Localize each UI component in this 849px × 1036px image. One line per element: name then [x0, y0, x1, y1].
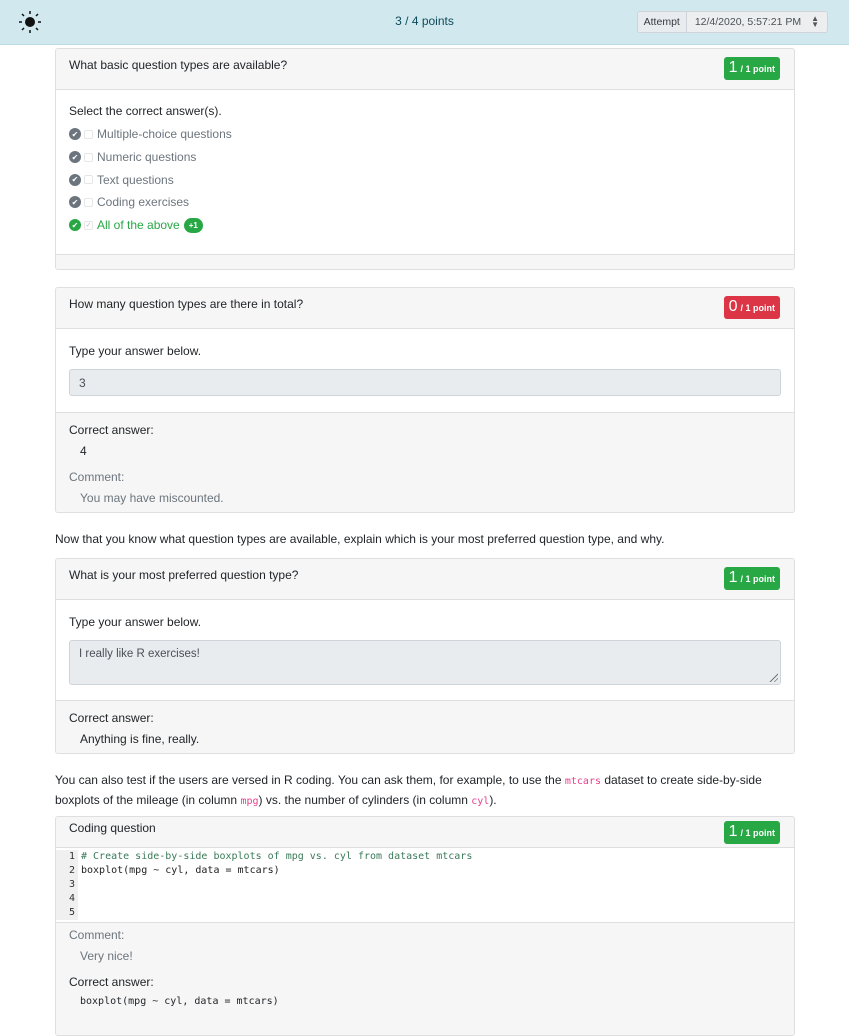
attempt-select[interactable]: 12/4/2020, 5:57:21 PM ▲ ▼: [686, 12, 827, 32]
code-text: boxplot(mpg ~ cyl, data = mtcars): [81, 865, 280, 876]
checkbox[interactable]: [84, 175, 93, 185]
text: ).: [489, 793, 497, 807]
select-caret-icon: ▲ ▼: [811, 14, 819, 29]
attempt-value: 12/4/2020, 5:57:21 PM: [694, 16, 802, 28]
correct-answer-label: Correct answer:: [69, 711, 154, 725]
question-feedback: Comment: Very nice! Correct answer: boxp…: [56, 923, 794, 1035]
correct-answer-label: Correct answer:: [69, 423, 154, 437]
score-badge: 0 / 1 point: [723, 296, 780, 319]
checkbox[interactable]: [84, 197, 93, 207]
correct-answer-label: Correct answer:: [69, 975, 154, 989]
score-max: / 1 point: [740, 303, 776, 313]
option-item: ✔ Coding exercises: [69, 191, 781, 214]
question-card-3: What is your most preferred question typ…: [55, 558, 795, 754]
instruction: Select the correct answer(s).: [69, 104, 222, 118]
code-line: 2 boxplot(mpg ~ cyl, data = mtcars): [56, 864, 794, 878]
question-title: What is your most preferred question typ…: [69, 568, 299, 582]
question-title: How many question types are there in tot…: [69, 297, 304, 311]
check-circle-icon: ✔: [69, 173, 81, 186]
text: ) vs. the number of cylinders (in column: [258, 793, 472, 807]
question-card-2: How many question types are there in tot…: [55, 287, 795, 513]
comment-label: Comment:: [69, 928, 125, 942]
top-bar: 3 / 4 points Attempt 12/4/2020, 5:57:21 …: [0, 0, 849, 45]
answer-text: I really like R exercises!: [79, 648, 200, 660]
score-badge: 1 / 1 point: [723, 57, 780, 80]
question-body: Type your answer below. 3: [56, 329, 794, 412]
code-line: 1 # Create side-by-side boxplots of mpg v…: [56, 850, 794, 864]
code-editor[interactable]: 1 # Create side-by-side boxplots of mpg v…: [56, 848, 794, 923]
inline-code: mpg: [240, 796, 259, 807]
question-header: What basic question types are available?…: [56, 49, 794, 90]
checkbox[interactable]: [84, 129, 93, 139]
answer-input[interactable]: 3: [69, 369, 781, 396]
question-footer: [56, 254, 794, 269]
score-badge: 1 / 1 point: [723, 567, 780, 590]
score-max: / 1 point: [740, 64, 776, 74]
option-label: Multiple-choice questions: [97, 127, 232, 142]
check-circle-icon: ✔: [69, 219, 81, 232]
option-item-correct: ✔ ✓ All of the above +1: [69, 214, 781, 237]
coding-intro-paragraph: You can also test if the users are verse…: [55, 771, 795, 811]
question-header: How many question types are there in tot…: [56, 288, 794, 329]
correct-answer-value: 4: [80, 444, 87, 458]
question-header: What is your most preferred question typ…: [56, 559, 794, 600]
instruction: Type your answer below.: [69, 615, 202, 629]
checkbox-checked[interactable]: ✓: [84, 220, 93, 230]
code-line: 5: [56, 906, 794, 920]
score-value: 0: [728, 298, 738, 315]
question-card-4: Coding question 1 / 1 point 1 # Create si…: [55, 816, 795, 1036]
check-circle-icon: ✔: [69, 151, 81, 164]
checkbox[interactable]: [84, 152, 93, 162]
correct-answer-code: boxplot(mpg ~ cyl, data = mtcars): [80, 996, 279, 1007]
question-feedback: Correct answer: Anything is fine, really…: [56, 700, 794, 753]
check-circle-icon: ✔: [69, 196, 81, 209]
line-number: 5: [56, 906, 78, 920]
comment-value: You may have miscounted.: [80, 491, 224, 505]
answer-textarea[interactable]: I really like R exercises!: [69, 640, 781, 685]
question-title: Coding question: [69, 821, 156, 835]
question-feedback: Correct answer: 4 Comment: You may have …: [56, 412, 794, 512]
code-line: 4: [56, 892, 794, 906]
question-header: Coding question 1 / 1 point: [56, 817, 794, 848]
option-label: Numeric questions: [97, 150, 197, 165]
inline-code: cyl: [471, 796, 490, 807]
option-item: ✔ Text questions: [69, 168, 781, 191]
question-title: What basic question types are available?: [69, 58, 288, 72]
option-label: Text questions: [97, 172, 174, 187]
question-card-1: What basic question types are available?…: [55, 48, 795, 270]
option-label: All of the above: [97, 218, 180, 233]
line-number: 3: [56, 878, 78, 892]
check-circle-icon: ✔: [69, 128, 81, 141]
correct-answer-value: Anything is fine, really.: [80, 732, 200, 746]
score-value: 1: [728, 569, 738, 586]
resize-handle-icon[interactable]: [768, 672, 778, 682]
score-max: / 1 point: [740, 574, 776, 584]
score-value: 1: [728, 823, 738, 840]
comment-label: Comment:: [69, 470, 125, 484]
instruction-paragraph: Now that you know what question types ar…: [55, 532, 665, 546]
attempt-selector[interactable]: Attempt 12/4/2020, 5:57:21 PM ▲ ▼: [636, 11, 828, 33]
code-text: # Create side-by-side boxplots of mpg vs…: [81, 851, 473, 862]
inline-code: mtcars: [564, 776, 601, 787]
line-number: 2: [56, 864, 78, 878]
question-body: Type your answer below. I really like R …: [56, 600, 794, 700]
score-max: / 1 point: [740, 828, 776, 838]
line-number: 4: [56, 892, 78, 906]
comment-value: Very nice!: [80, 949, 133, 963]
text: You can also test if the users are verse…: [55, 773, 565, 787]
line-number: 1: [56, 850, 78, 864]
option-label: Coding exercises: [97, 195, 190, 210]
option-item: ✔ Numeric questions: [69, 146, 781, 169]
option-item: ✔ Multiple-choice questions: [69, 123, 781, 146]
code-line: 3: [56, 878, 794, 892]
attempt-label: Attempt: [637, 12, 687, 32]
question-body: Select the correct answer(s). ✔ Multiple…: [56, 90, 794, 254]
instruction: Type your answer below.: [69, 344, 202, 358]
score-badge: 1 / 1 point: [723, 821, 780, 844]
points-earned-badge: +1: [183, 217, 203, 233]
score-value: 1: [728, 59, 738, 76]
